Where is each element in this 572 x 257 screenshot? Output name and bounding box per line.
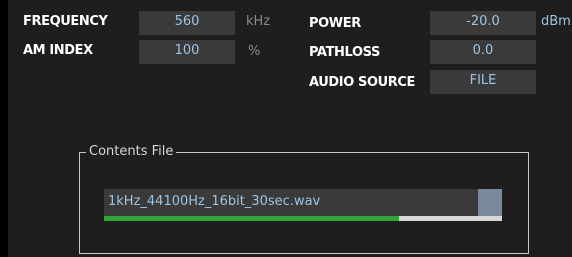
- playback-progress-bar: [104, 216, 502, 221]
- pathloss-input[interactable]: 0.0: [430, 40, 536, 64]
- power-label: POWER: [309, 16, 361, 31]
- contents-filename-field[interactable]: 1kHz_44100Hz_16bit_30sec.wav: [104, 189, 478, 216]
- am-index-input[interactable]: 100: [139, 40, 235, 64]
- am-index-label: AM INDEX: [23, 43, 93, 58]
- power-input[interactable]: -20.0: [430, 11, 536, 35]
- power-unit: dBm: [541, 14, 571, 29]
- pathloss-label: PATHLOSS: [309, 45, 380, 60]
- audio-source-select[interactable]: FILE: [430, 70, 536, 94]
- frequency-unit: kHz: [246, 14, 271, 29]
- contents-file-title: Contents File: [86, 144, 177, 159]
- browse-file-button[interactable]: [478, 189, 502, 216]
- audio-source-label: AUDIO SOURCE: [309, 75, 416, 90]
- am-index-unit: %: [248, 44, 261, 59]
- frequency-label: FREQUENCY: [23, 14, 108, 29]
- frequency-input[interactable]: 560: [139, 11, 235, 35]
- playback-progress-fill: [104, 216, 399, 221]
